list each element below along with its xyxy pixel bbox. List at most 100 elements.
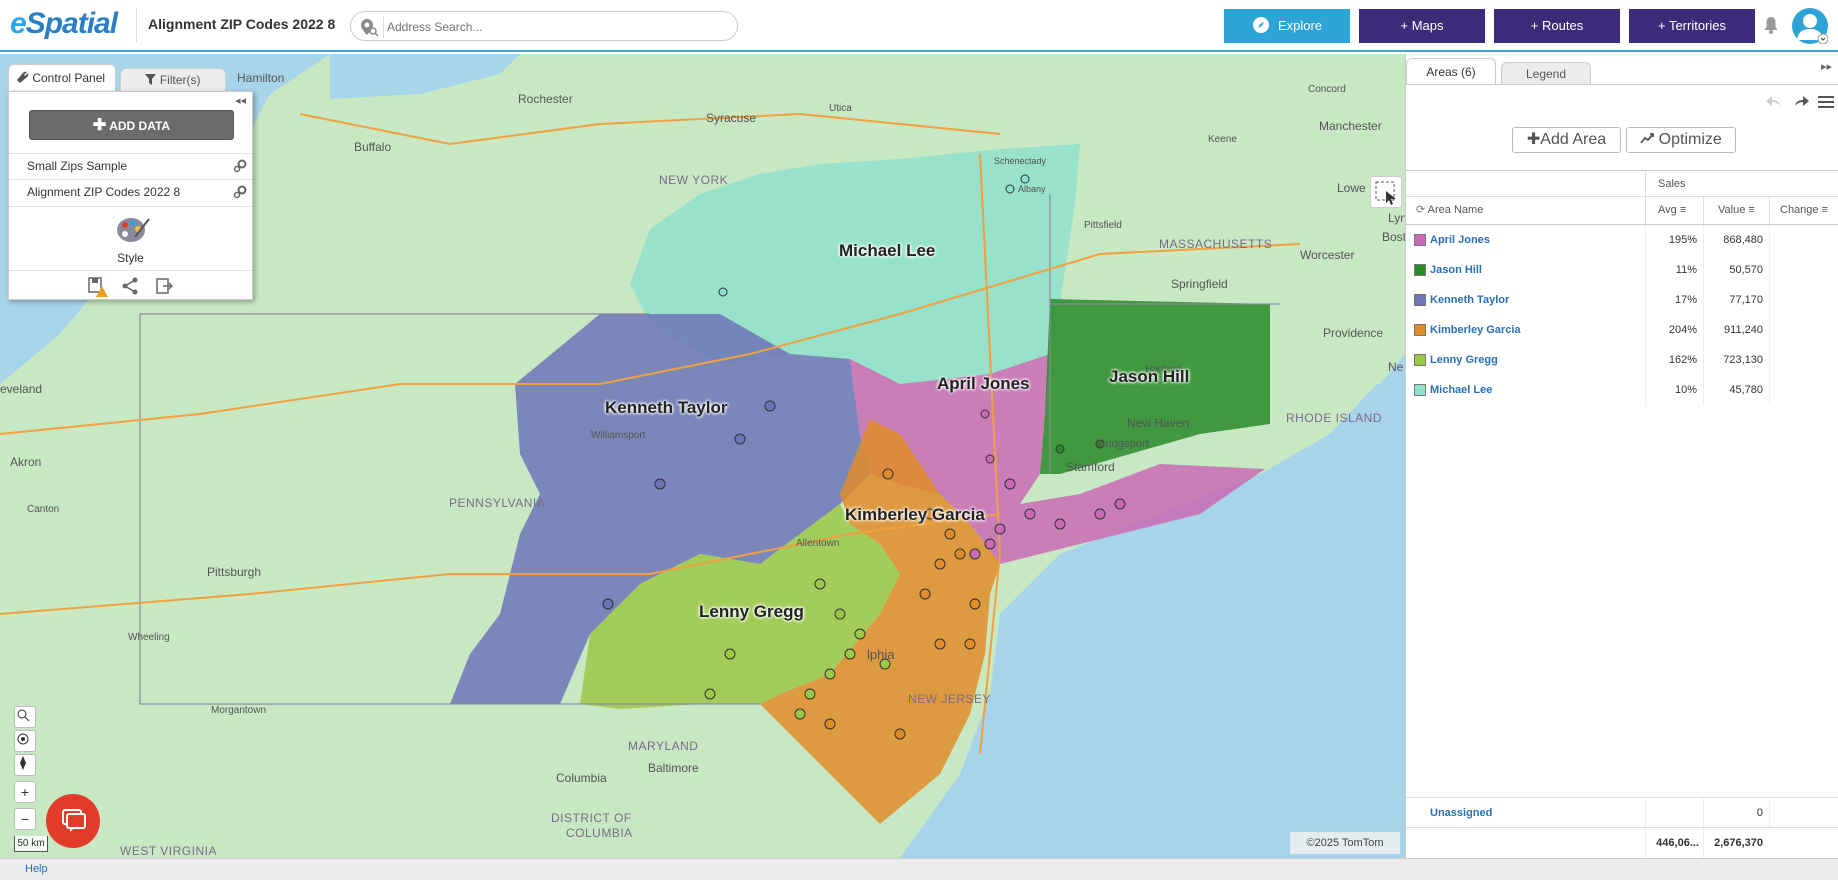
optimize-button[interactable]: Optimize — [1626, 127, 1736, 153]
state-new-jersey: NEW JERSEY — [908, 692, 992, 706]
value-cell: 50,570 — [1703, 255, 1769, 285]
table-row[interactable]: Kimberley Garcia 204% 911,240 — [1406, 315, 1838, 345]
area-name-cell: Kenneth Taylor — [1406, 285, 1645, 315]
lasso-select-button[interactable] — [1370, 176, 1402, 208]
add-routes-button[interactable]: + Routes — [1494, 9, 1620, 43]
layer-settings-icon[interactable] — [232, 184, 248, 200]
tab-divider — [1406, 84, 1838, 85]
unassigned-row[interactable]: Unassigned 0 — [1406, 797, 1838, 828]
area-name-link[interactable]: Kimberley Garcia — [1430, 315, 1521, 345]
chat-icon — [62, 809, 86, 832]
column-area-name[interactable]: ⟳ Area Name — [1406, 197, 1645, 224]
user-avatar[interactable] — [1792, 8, 1829, 45]
refresh-icon[interactable]: ⟳ — [1416, 204, 1425, 216]
collapse-panel-icon[interactable]: ◂◂ — [235, 94, 246, 107]
area-color-swatch[interactable] — [1414, 264, 1426, 276]
layer-row-small-zips[interactable]: Small Zips Sample — [9, 153, 252, 178]
menu-icon[interactable] — [1816, 92, 1836, 112]
table-row[interactable]: Jason Hill 11% 50,570 — [1406, 255, 1838, 285]
column-menu-icon[interactable]: ≡ — [1822, 204, 1828, 216]
state-new-york: NEW YORK — [659, 173, 729, 187]
espatial-logo[interactable]: eSpatial — [10, 7, 118, 41]
area-color-swatch[interactable] — [1414, 354, 1426, 366]
area-color-swatch[interactable] — [1414, 324, 1426, 336]
area-color-swatch[interactable] — [1414, 294, 1426, 306]
totals-row: 446,06... 2,676,370 — [1406, 827, 1838, 858]
area-name-link[interactable]: April Jones — [1430, 225, 1490, 255]
table-row[interactable]: Lenny Gregg 162% 723,130 — [1406, 345, 1838, 375]
address-search-input[interactable] — [387, 17, 727, 37]
redo-icon[interactable] — [1791, 92, 1811, 112]
share-icon[interactable] — [121, 277, 139, 295]
add-maps-button[interactable]: + Maps — [1359, 9, 1485, 43]
column-change[interactable]: Change ≡ — [1769, 197, 1838, 224]
tab-filters[interactable]: Filter(s) — [120, 68, 226, 91]
tab-legend[interactable]: Legend — [1501, 62, 1591, 84]
column-menu-icon[interactable]: ≡ — [1748, 204, 1754, 216]
chat-button[interactable] — [46, 794, 100, 848]
zoom-area-button[interactable] — [14, 706, 36, 728]
map-copyright: ©2025 TomTom — [1290, 832, 1400, 854]
place-baltimore: Baltimore — [648, 761, 699, 775]
place-buffalo: Buffalo — [354, 140, 392, 154]
logo-e: e — [10, 7, 27, 40]
collapse-right-panel-icon[interactable]: ▸▸ — [1821, 60, 1832, 73]
value-cell: 911,240 — [1703, 315, 1769, 345]
value-cell: 723,130 — [1703, 345, 1769, 375]
label-michael-lee: Michael Lee — [839, 241, 936, 260]
area-name-cell: Michael Lee — [1406, 375, 1645, 405]
state-maryland: MARYLAND — [628, 739, 699, 753]
column-value[interactable]: Value ≡ — [1703, 197, 1769, 224]
column-menu-icon[interactable]: ≡ — [1680, 204, 1686, 216]
place-keene: Keene — [1208, 134, 1237, 145]
table-row[interactable]: Kenneth Taylor 17% 77,170 — [1406, 285, 1838, 315]
area-name-link[interactable]: Michael Lee — [1430, 375, 1492, 405]
place-morgantown: Morgantown — [211, 705, 267, 716]
place-springfield: Springfield — [1171, 277, 1228, 291]
explore-label: Explore — [1277, 18, 1323, 33]
style-button[interactable]: Style — [9, 206, 252, 270]
layer-name: Small Zips Sample — [27, 159, 128, 173]
address-search-box[interactable] — [350, 11, 738, 41]
area-color-swatch[interactable] — [1414, 384, 1426, 396]
export-icon[interactable] — [155, 277, 173, 295]
state-pennsylvania: PENNSYLVANIA — [449, 496, 546, 510]
table-row[interactable]: April Jones 195% 868,480 — [1406, 225, 1838, 255]
add-data-button[interactable]: ✚ ADD DATA — [29, 110, 234, 140]
zoom-in-button[interactable]: + — [14, 781, 36, 803]
change-cell — [1769, 315, 1838, 345]
tab-control-panel-label: Control Panel — [32, 71, 106, 85]
layer-settings-icon[interactable] — [232, 158, 248, 174]
logo-text: Spatial — [25, 7, 118, 40]
undo-icon[interactable] — [1764, 92, 1784, 112]
add-territories-button[interactable]: + Territories — [1629, 9, 1755, 43]
place-utica: Utica — [829, 103, 852, 114]
explore-button[interactable]: Explore — [1224, 9, 1350, 43]
compass-reset-button[interactable] — [14, 754, 36, 776]
search-separator — [383, 16, 384, 38]
table-row[interactable]: Michael Lee 10% 45,780 — [1406, 375, 1838, 405]
place-rochester: Rochester — [518, 92, 573, 106]
location-search-icon[interactable] — [359, 17, 379, 37]
place-columbia: Columbia — [556, 771, 607, 785]
column-avg[interactable]: Avg ≡ — [1645, 197, 1703, 224]
state-district-of-columbia-1: DISTRICT OF — [551, 811, 632, 825]
total-value: 2,676,370 — [1703, 828, 1769, 858]
layer-row-alignment-zip[interactable]: Alignment ZIP Codes 2022 8 — [9, 179, 252, 204]
tab-areas[interactable]: Areas (6) — [1406, 58, 1496, 84]
place-pittsfield: Pittsfield — [1084, 220, 1122, 231]
value-cell: 77,170 — [1703, 285, 1769, 315]
notification-bell-icon[interactable] — [1763, 16, 1779, 34]
map-title: Alignment ZIP Codes 2022 8 — [148, 16, 336, 32]
zoom-out-button[interactable]: − — [14, 808, 36, 830]
area-name-link[interactable]: Lenny Gregg — [1430, 345, 1498, 375]
tab-control-panel[interactable]: Control Panel — [8, 64, 116, 91]
locate-button[interactable] — [14, 730, 36, 752]
area-name-link[interactable]: Kenneth Taylor — [1430, 285, 1509, 315]
add-area-button[interactable]: ✚Add Area — [1512, 127, 1621, 153]
save-warning-icon[interactable] — [87, 276, 109, 298]
state-rhode-island: RHODE ISLAND — [1286, 411, 1383, 425]
area-color-swatch[interactable] — [1414, 234, 1426, 246]
area-name-link[interactable]: Jason Hill — [1430, 255, 1482, 285]
help-link[interactable]: Help — [25, 863, 48, 875]
